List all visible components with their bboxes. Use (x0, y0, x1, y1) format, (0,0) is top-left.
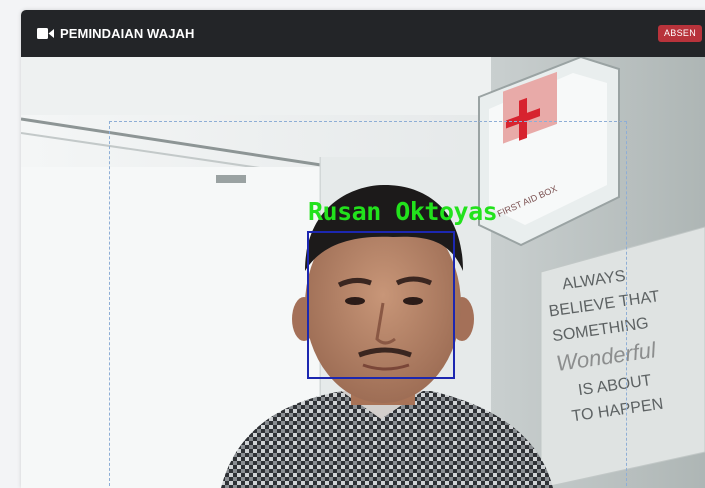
card-header: PEMINDAIAN WAJAH ABSEN (21, 10, 705, 57)
status-badge: ABSEN (657, 25, 702, 42)
camera-feed: FIRST AID BOX ALWAYS BELIEVE THAT SOMETH… (21, 57, 705, 488)
face-detection-box (307, 231, 455, 379)
face-scan-card: PEMINDAIAN WAJAH ABSEN FIRST AID BOX ALW… (21, 10, 705, 488)
video-camera-icon (37, 28, 54, 39)
detected-name-label: Rusan Oktoyas (308, 197, 498, 226)
card-title: PEMINDAIAN WAJAH (60, 26, 195, 41)
